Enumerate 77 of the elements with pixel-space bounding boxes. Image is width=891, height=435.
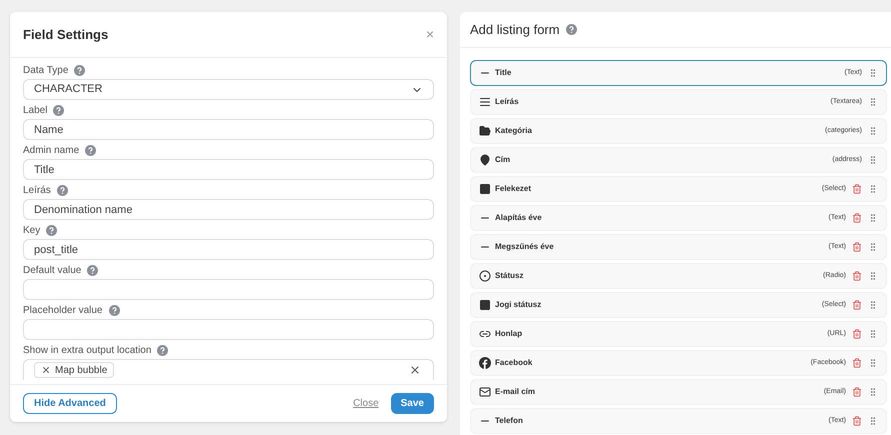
data-type-select[interactable]: CHARACTER	[23, 79, 434, 100]
drag-handle-icon[interactable]	[868, 213, 878, 223]
drag-handle-icon[interactable]	[868, 271, 878, 281]
trash-icon[interactable]	[852, 358, 862, 368]
close-link[interactable]: Close	[353, 396, 379, 411]
drag-handle-icon[interactable]	[868, 300, 878, 310]
facebook-icon	[479, 357, 491, 369]
help-icon[interactable]	[46, 225, 58, 236]
field-label: Leírás	[23, 184, 51, 197]
text-field[interactable]: Title	[23, 159, 434, 180]
field-name: Megszűnés éve	[495, 241, 554, 253]
field-name: Telefon	[495, 415, 523, 427]
help-icon[interactable]	[157, 345, 168, 356]
trash-icon[interactable]	[852, 271, 862, 281]
drag-handle-icon[interactable]	[868, 126, 878, 136]
drag-handle-icon[interactable]	[868, 97, 878, 107]
trash-icon[interactable]	[852, 416, 862, 426]
hide-advanced-button[interactable]: Hide Advanced	[23, 393, 117, 414]
field-label: Label	[23, 104, 48, 117]
folder-icon	[479, 125, 491, 137]
drag-handle-icon[interactable]	[868, 387, 878, 397]
field-name: Title	[495, 67, 512, 79]
help-icon[interactable]	[566, 24, 577, 35]
trash-icon[interactable]	[852, 387, 862, 397]
clear-icon[interactable]	[409, 364, 421, 376]
field-label: Admin name	[23, 144, 80, 157]
square-icon	[479, 183, 491, 195]
text-field[interactable]: Denomination name	[23, 199, 434, 220]
trash-icon[interactable]	[852, 184, 862, 194]
trash-icon[interactable]	[852, 213, 862, 223]
help-icon[interactable]	[85, 145, 96, 156]
square-icon	[479, 299, 491, 311]
text-field[interactable]	[23, 279, 434, 300]
pin-icon	[479, 154, 491, 166]
trash-icon[interactable]	[852, 329, 862, 339]
remove-icon[interactable]	[41, 365, 51, 375]
drag-handle-icon[interactable]	[868, 242, 878, 252]
field-name: Kategória	[495, 125, 532, 137]
drag-handle-icon[interactable]	[868, 68, 878, 78]
field-name: E-mail cím	[495, 386, 536, 398]
field-label: Show in extra output location	[23, 344, 152, 357]
drag-handle-icon[interactable]	[868, 329, 878, 339]
save-button[interactable]: Save	[390, 393, 434, 414]
text-field[interactable]: post_title	[23, 239, 434, 260]
drag-handle-icon[interactable]	[868, 184, 878, 194]
trash-icon[interactable]	[852, 242, 862, 252]
field-name: Leírás	[495, 96, 519, 108]
trash-icon[interactable]	[852, 300, 862, 310]
drag-handle-icon[interactable]	[868, 155, 878, 165]
text-field[interactable]: Name	[23, 119, 434, 140]
help-icon[interactable]	[53, 105, 64, 116]
field-name: Facebook	[495, 357, 532, 369]
panel-title: Add listing form	[470, 20, 560, 39]
text-field[interactable]	[23, 319, 434, 340]
field-name: Alapítás éve	[495, 212, 542, 224]
help-icon[interactable]	[56, 185, 68, 196]
field-label: Placeholder value	[23, 304, 102, 317]
lines-icon	[479, 96, 491, 108]
tags-field[interactable]: Map bubble	[23, 359, 434, 380]
tag-chip[interactable]: Map bubble	[34, 362, 114, 378]
panel-title: Field Settings	[23, 26, 108, 44]
field-name: Felekezet	[495, 183, 532, 195]
field-name: Cím	[495, 154, 510, 166]
help-icon[interactable]	[74, 65, 86, 76]
mail-icon	[479, 386, 491, 398]
field-name: Jogi státusz	[495, 299, 542, 311]
field-name: Honlap	[495, 328, 522, 340]
field-label: Data Type	[23, 64, 68, 77]
radio-icon	[479, 270, 491, 282]
field-label: Key	[23, 224, 40, 237]
help-icon[interactable]	[108, 305, 120, 316]
link-icon	[479, 328, 491, 340]
drag-handle-icon[interactable]	[868, 358, 878, 368]
field-name: Státusz	[495, 270, 524, 282]
drag-handle-icon[interactable]	[868, 416, 878, 426]
help-icon[interactable]	[87, 265, 98, 276]
field-label: Default value	[23, 264, 82, 277]
